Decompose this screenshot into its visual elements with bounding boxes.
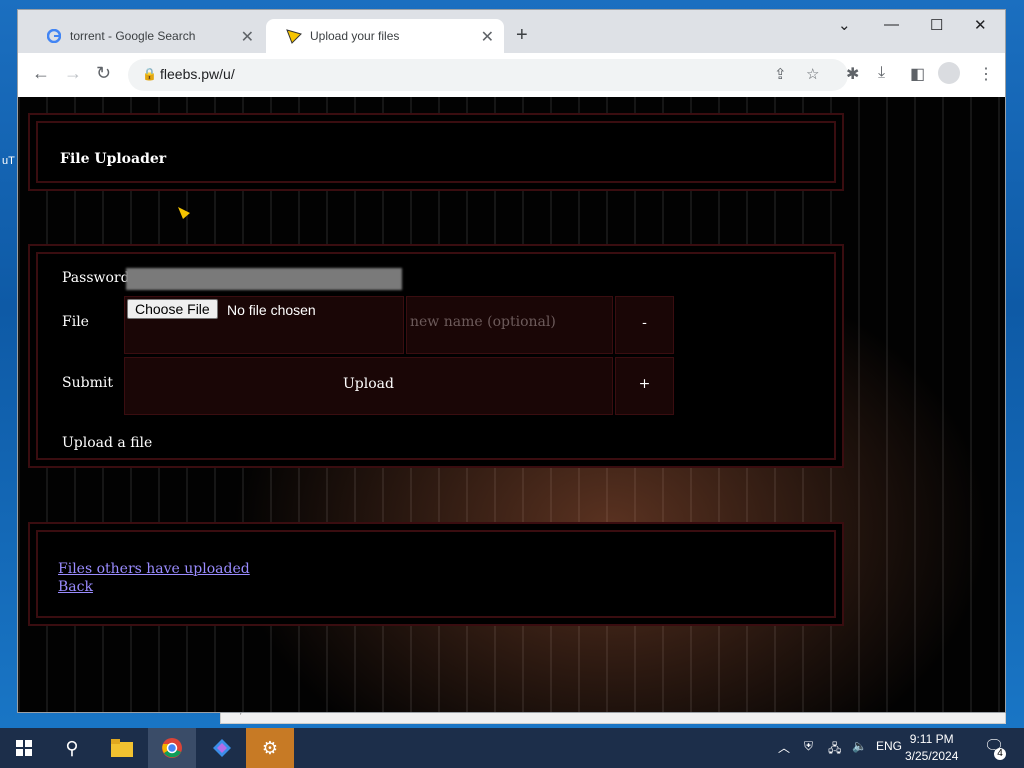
window-close-icon[interactable]: ✕ [974,16,987,34]
password-input[interactable] [126,268,402,290]
add-file-button[interactable]: + [615,357,674,415]
start-windows-icon[interactable] [0,728,48,768]
forward-arrow-icon[interactable]: → [64,63,82,84]
maximize-icon[interactable]: ☐ [930,16,943,34]
chrome-icon[interactable] [148,728,196,768]
password-label: Password [62,270,130,286]
side-panel-icon[interactable]: ◧ [910,64,925,84]
back-arrow-icon[interactable]: ← [32,63,50,84]
tab-upload-files[interactable]: Upload your files ✕ [266,19,504,53]
new-name-placeholder: new name (optional) [410,314,556,330]
language-indicator[interactable]: ENG [876,739,902,753]
new-name-input[interactable]: new name (optional) [406,296,613,354]
links-panel: Files others have uploaded Back [28,522,844,626]
files-others-link[interactable]: Files others have uploaded [58,560,250,578]
url-text[interactable]: fleebs.pw/u/ [160,66,235,82]
chevron-up-icon[interactable]: ︿ [778,739,790,756]
page-content: File Uploader Password File Choose File … [18,97,1005,712]
remove-file-button[interactable]: - [615,296,674,354]
upload-form-panel: Password File Choose File No file chosen… [28,244,844,468]
tab-google-search[interactable]: torrent - Google Search ✕ [26,19,264,53]
share-icon[interactable]: ⇪ [774,65,787,83]
desktop-icon-label[interactable]: uT [2,155,15,167]
upload-button[interactable]: Upload [124,357,613,415]
extensions-icon[interactable]: ✱ [846,64,859,84]
taskbar: ⚲ ⚙ ︿ ⛨ 🖧 🔈 ENG 9:11 PM 3/25/2024 🗨 4 [0,728,1024,768]
page-title: File Uploader [60,151,167,167]
tab-title: Upload your files [310,29,400,43]
close-icon[interactable]: ✕ [481,27,494,47]
menu-kebab-icon[interactable]: ⋮ [978,64,994,84]
file-explorer-icon[interactable] [98,728,146,768]
bookmark-star-icon[interactable]: ☆ [806,65,819,83]
tab-title: torrent - Google Search [70,29,196,43]
reload-icon[interactable]: ↻ [96,63,111,84]
copilot-icon[interactable] [198,728,246,768]
date-text: 3/25/2024 [905,749,959,763]
security-icon[interactable]: ⛨ [804,739,813,754]
volume-icon[interactable]: 🔈 [852,739,867,753]
browser-window: torrent - Google Search ✕ Upload your fi… [17,9,1006,713]
file-input-cell: Choose File No file chosen [124,296,404,354]
minimize-icon[interactable]: — [884,16,899,33]
settings-gear-icon[interactable]: ⚙ [246,728,294,768]
network-icon[interactable]: 🖧 [828,739,841,760]
submit-label: Submit [62,375,113,391]
download-icon[interactable]: ⤓ [878,64,885,82]
back-link[interactable]: Back [58,578,250,596]
new-tab-icon[interactable]: + [516,24,528,47]
site-favicon-icon [286,28,302,44]
time-text: 9:11 PM [909,732,954,746]
lock-icon[interactable]: 🔒 [142,67,157,81]
clock[interactable]: 9:11 PM 3/25/2024 [905,731,958,765]
tab-strip: torrent - Google Search ✕ Upload your fi… [18,10,1005,53]
header-panel: File Uploader [28,113,844,191]
file-label: File [62,314,89,330]
choose-file-button[interactable]: Choose File [127,299,218,319]
no-file-chosen-text: No file chosen [227,302,316,318]
mouse-cursor-icon [178,207,190,219]
close-icon[interactable]: ✕ [241,27,254,47]
tab-search-chevron-icon[interactable]: ⌄ [838,16,851,34]
profile-avatar-icon[interactable] [938,62,960,84]
upload-caption: Upload a file [62,435,153,451]
address-bar[interactable]: 🔒 fleebs.pw/u/ ⇪ ☆ [128,59,848,91]
google-icon [46,28,62,44]
notification-count: 4 [994,748,1006,760]
search-icon[interactable]: ⚲ [48,728,96,768]
browser-toolbar: ← → ↻ 🔒 fleebs.pw/u/ ⇪ ☆ ✱ ⤓ ◧ ⋮ [18,53,1005,98]
